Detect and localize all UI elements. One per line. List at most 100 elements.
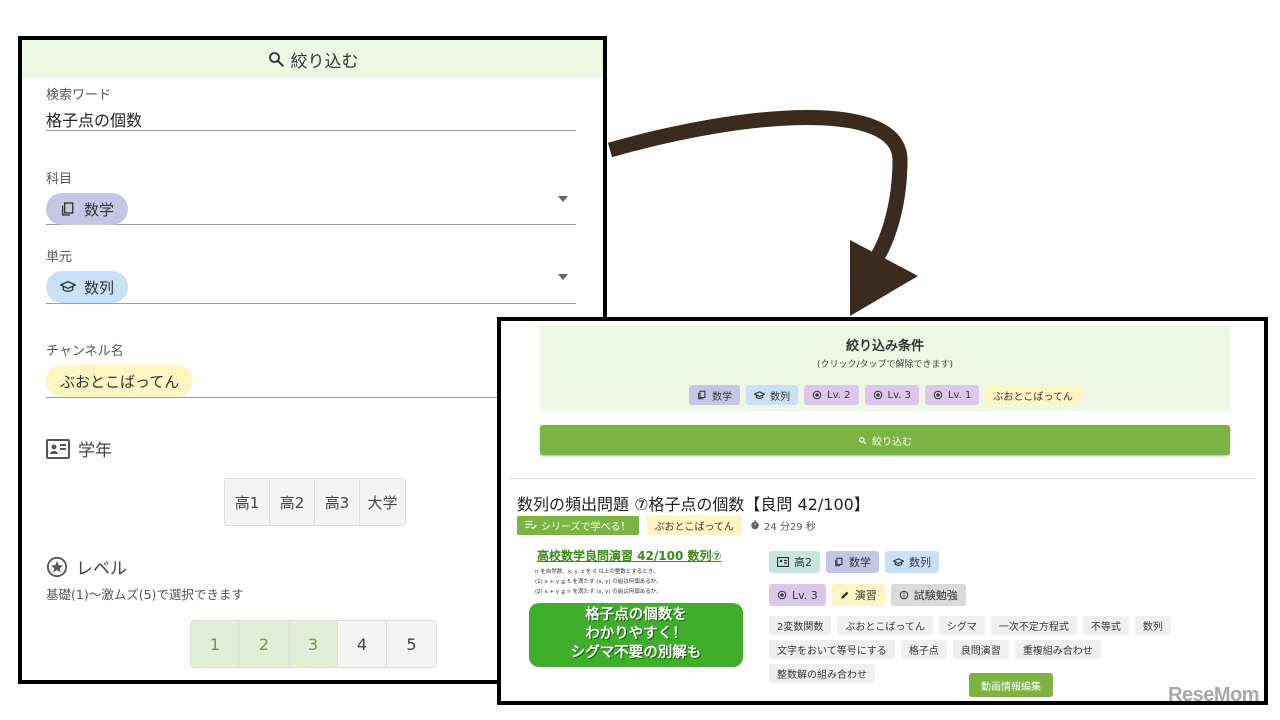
unit-chip-label: 数列	[84, 278, 115, 297]
channel-chip[interactable]: ぶおとこばってん	[46, 365, 194, 397]
grade-option-university[interactable]: 大学	[360, 479, 405, 525]
search-icon	[268, 52, 284, 67]
condition-chip-channel[interactable]: ぶおとこばってん	[985, 385, 1081, 405]
radio-dot-icon	[933, 390, 943, 400]
series-button[interactable]: シリーズで学べる！	[517, 515, 639, 535]
result-panel: 絞り込み条件 (クリック/タップで解除できます) 数学 数列 Lv. 2 Lv.…	[497, 317, 1268, 705]
thumbnail-line: (2) x + y ≦ n を満たす (x, y) の組は何個あるか。	[535, 589, 662, 595]
graduation-cap-icon	[754, 390, 766, 399]
star-circle-icon	[46, 556, 68, 577]
level-option-3[interactable]: 3	[289, 621, 338, 667]
radio-dot-icon	[777, 590, 787, 600]
video-tags-row-1: 高2 数学 数列	[769, 551, 939, 573]
keyword-tag[interactable]: 文字をおいて等号にする	[769, 640, 895, 659]
graduation-cap-icon	[893, 557, 904, 566]
keyword-tag[interactable]: 一次不定方程式	[990, 616, 1077, 635]
level-section-title: レベル	[46, 554, 127, 579]
chevron-down-icon[interactable]	[558, 196, 568, 202]
keyword-tag[interactable]: 数列	[1134, 616, 1171, 635]
condition-chip-level-3[interactable]: Lv. 3	[864, 385, 919, 405]
level-hint: 基礎(1)〜激ムズ(5)で選択できます	[46, 587, 244, 602]
condition-chip-label: Lv. 3	[887, 389, 911, 401]
video-thumbnail[interactable]: 高校数学良問演習 42/100 数列⑦ n を自然数、x, y, z を 0 以…	[525, 547, 743, 673]
level-option-4[interactable]: 4	[338, 621, 387, 667]
stopwatch-icon	[751, 520, 759, 530]
grade-title: 学年	[78, 441, 112, 461]
book-copy-icon	[698, 390, 706, 400]
playlist-check-icon	[525, 520, 537, 530]
unit-select[interactable]: 単元 数列	[46, 246, 576, 304]
radio-dot-icon	[873, 390, 882, 400]
thumbnail-line: (1) x + y ≦ 5 を満たす (x, y) の組は何個あるか。	[535, 579, 662, 585]
chevron-down-icon[interactable]	[558, 274, 568, 280]
tag-subject[interactable]: 数学	[826, 551, 879, 573]
id-card-icon	[46, 438, 70, 459]
filter-button[interactable]: 絞り込む	[540, 425, 1230, 455]
unit-chip[interactable]: 数列	[46, 271, 129, 303]
tag-label: 数列	[909, 556, 931, 569]
subject-chip-label: 数学	[84, 200, 115, 219]
conditions-title: 絞り込み条件	[845, 339, 924, 354]
condition-chip-list: 数学 数列 Lv. 2 Lv. 3 Lv. 1 ぶおとこばってん	[540, 385, 1230, 405]
book-copy-icon	[62, 202, 74, 216]
grade-option-1[interactable]: 高1	[225, 479, 270, 525]
grade-section-title: 学年	[46, 436, 112, 461]
level-title: レベル	[76, 559, 127, 579]
condition-chip-label: 数学	[712, 391, 733, 403]
condition-chip-unit[interactable]: 数列	[746, 385, 799, 405]
keyword-tag[interactable]: ぶおとこばってん	[837, 616, 933, 635]
tag-label: 演習	[854, 589, 877, 602]
grade-option-2[interactable]: 高2	[270, 479, 315, 525]
search-label: 検索ワード	[46, 88, 112, 103]
condition-chip-level-2[interactable]: Lv. 2	[804, 385, 859, 405]
tag-type[interactable]: 演習	[831, 584, 885, 606]
edit-video-info-button[interactable]: 動画情報編集	[969, 673, 1053, 697]
thumbnail-title: 高校数学良問演習 42/100 数列⑦	[537, 549, 722, 563]
video-title[interactable]: 数列の頻出問題 ⑦格子点の個数【良問 42/100】	[517, 491, 870, 515]
video-meta: シリーズで学べる！ ぶおとこばってん 24 分29 秒	[517, 515, 816, 535]
filter-header[interactable]: 絞り込む	[22, 40, 603, 78]
filter-conditions: 絞り込み条件 (クリック/タップで解除できます) 数学 数列 Lv. 2 Lv.…	[540, 325, 1230, 411]
grade-button-group: 高1 高2 高3 大学	[224, 478, 406, 526]
keyword-tag[interactable]: 不等式	[1082, 616, 1129, 635]
keyword-tag[interactable]: シグマ	[938, 616, 985, 635]
thumbnail-problem-text: n を自然数、x, y, z を 0 以上の整数とするとき、 (1) x + y…	[525, 567, 743, 597]
level-option-2[interactable]: 2	[240, 621, 289, 667]
level-option-1[interactable]: 1	[191, 621, 240, 667]
keyword-tag[interactable]: 格子点	[900, 640, 947, 659]
level-option-5[interactable]: 5	[387, 621, 436, 667]
keyword-tag[interactable]: 良問演習	[952, 640, 1009, 659]
tag-purpose[interactable]: 試験勉強	[890, 584, 966, 606]
id-card-icon	[777, 557, 789, 567]
condition-chip-label: Lv. 2	[827, 389, 851, 401]
thumbnail-banner-line: わかりやすく！	[585, 626, 687, 642]
thumbnail-banner-line: シグマ不要の別解も	[570, 645, 702, 661]
video-channel-chip[interactable]: ぶおとこばってん	[646, 515, 742, 535]
subject-select[interactable]: 科目 数学	[46, 168, 576, 225]
video-channel-label: ぶおとこばってん	[654, 521, 735, 533]
keyword-tag[interactable]: 重複組み合わせ	[1014, 640, 1101, 659]
subject-chip[interactable]: 数学	[46, 193, 129, 225]
condition-chip-label: ぶおとこばってん	[993, 391, 1073, 403]
video-duration: 24 分29 秒	[764, 521, 816, 533]
conditions-subtitle: (クリック/タップで解除できます)	[816, 360, 954, 370]
keyword-tag[interactable]: 整数解の組み合わせ	[769, 664, 875, 683]
tag-label: 試験勉強	[913, 589, 958, 602]
tag-unit[interactable]: 数列	[885, 551, 939, 573]
grade-option-3[interactable]: 高3	[315, 479, 360, 525]
unit-label: 単元	[46, 250, 73, 265]
series-button-label: シリーズで学べる！	[541, 521, 631, 533]
tag-grade[interactable]: 高2	[769, 551, 820, 573]
search-input[interactable]: 格子点の個数	[46, 107, 576, 131]
keyword-tag[interactable]: 2変数関数	[769, 616, 832, 635]
book-copy-icon	[835, 557, 843, 567]
search-icon	[858, 436, 867, 444]
condition-chip-level-1[interactable]: Lv. 1	[924, 385, 980, 405]
search-field[interactable]: 検索ワード 格子点の個数	[46, 84, 576, 131]
condition-chip-label: 数列	[770, 391, 791, 403]
thumbnail-banner-line: 格子点の個数を	[585, 607, 687, 623]
radio-dot-icon	[812, 390, 822, 400]
tag-level[interactable]: Lv. 3	[769, 584, 826, 606]
graduation-cap-icon	[60, 281, 76, 292]
condition-chip-subject[interactable]: 数学	[689, 385, 741, 405]
